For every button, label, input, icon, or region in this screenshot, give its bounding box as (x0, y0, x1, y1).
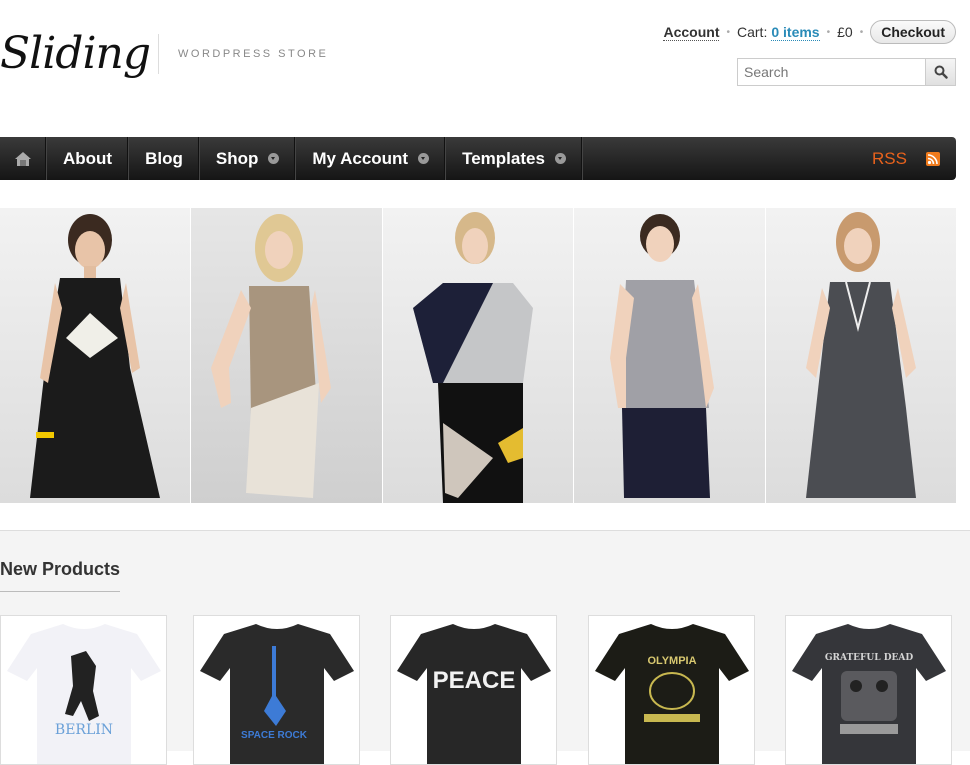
nav-label: Blog (145, 148, 183, 168)
nav-label: Shop (215, 148, 259, 168)
cart-items-link[interactable]: 0 items (771, 24, 820, 41)
nav-item-templates[interactable]: Templates (446, 137, 583, 180)
checkout-button[interactable]: Checkout (870, 20, 956, 44)
heading-underline (0, 591, 120, 592)
account-bar: Account • Cart: 0 items • £0 • Checkout (663, 20, 956, 44)
separator-dot: • (726, 26, 730, 38)
nav-item-about[interactable]: About (47, 137, 130, 180)
site-header: Sliding WORDPRESS STORE Account • Cart: … (0, 0, 970, 136)
nav-label: My Account (312, 148, 409, 168)
nav-item-blog[interactable]: Blog (129, 137, 200, 180)
separator-dot: • (826, 26, 831, 38)
nav-home[interactable] (0, 137, 47, 180)
dropdown-arrow-icon (418, 153, 430, 164)
slide-image[interactable] (574, 208, 765, 503)
slide-image[interactable] (191, 208, 382, 503)
product-print: PEACE (433, 667, 516, 694)
rss-label: RSS (872, 148, 907, 168)
section-heading: New Products (0, 559, 121, 579)
home-icon (15, 151, 31, 166)
nav-item-shop[interactable]: Shop (200, 137, 297, 180)
search-button[interactable] (925, 58, 956, 86)
rss-feed-icon (926, 151, 940, 166)
dropdown-arrow-icon (554, 153, 566, 164)
nav-label: Templates (462, 148, 545, 168)
product-print: GRATEFUL DEAD (825, 653, 914, 663)
nav-item-my-account[interactable]: My Account (296, 137, 447, 180)
dropdown-arrow-icon (268, 153, 280, 164)
slide-image[interactable] (382, 208, 574, 503)
new-products-section: New Products BERLIN SPACE ROCK PEACE OLY… (0, 530, 970, 765)
slide-image[interactable] (765, 208, 957, 503)
slide-image[interactable] (0, 208, 191, 503)
nav-label: About (63, 148, 113, 168)
product-card[interactable]: PEACE (390, 615, 557, 765)
site-tagline: WORDPRESS STORE (178, 48, 329, 60)
account-link[interactable]: Account (663, 24, 720, 41)
fashion-slider[interactable] (0, 208, 957, 503)
search-input[interactable] (737, 58, 925, 86)
product-print: OLYMPIA (647, 655, 696, 667)
rss-link[interactable]: RSS (872, 137, 956, 180)
product-card[interactable]: OLYMPIA (588, 615, 755, 765)
cart-label: Cart: (737, 24, 768, 40)
product-card[interactable]: GRATEFUL DEAD (785, 615, 952, 765)
site-logo[interactable]: Sliding (0, 28, 151, 79)
search-form (737, 58, 956, 86)
main-nav: About Blog Shop My Account Templates RSS (0, 137, 956, 180)
product-print: BERLIN (55, 722, 113, 738)
product-print: SPACE ROCK (241, 730, 308, 741)
separator-dot: • (859, 26, 864, 38)
product-card[interactable]: BERLIN (0, 615, 167, 765)
product-card[interactable]: SPACE ROCK (193, 615, 360, 765)
logo-divider (158, 34, 159, 74)
search-icon (934, 65, 948, 79)
cart-total: £0 (837, 24, 853, 40)
